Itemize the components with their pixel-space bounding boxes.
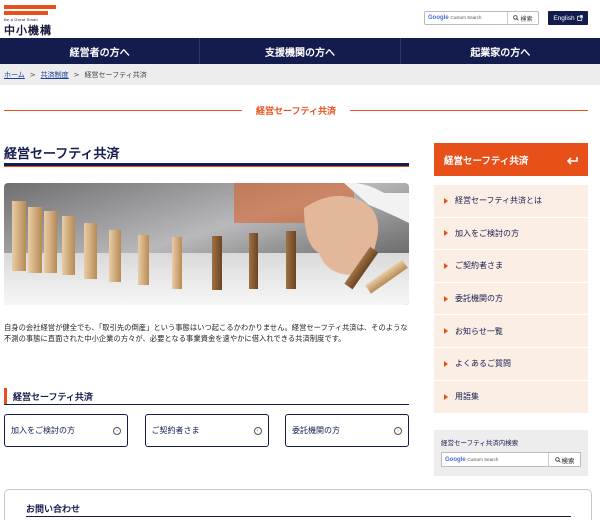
sidebar-header[interactable]: 経営セーフティ共済: [434, 143, 588, 176]
breadcrumb-current: 経営セーフティ共済: [84, 70, 147, 79]
chevron-right-circle-icon: ›: [253, 426, 262, 435]
arrow-right-icon: [444, 197, 448, 204]
logo-stripe: [4, 5, 56, 9]
site-logo[interactable]: Be a Great Small 中小機構: [4, 5, 56, 37]
arrow-right-icon: [444, 360, 448, 367]
breadcrumb-separator: >: [29, 70, 36, 79]
sidebar-search-input[interactable]: Google Custom Search: [442, 457, 548, 463]
english-label: English: [553, 14, 575, 22]
arrow-right-icon: [444, 393, 448, 400]
site-header: Be a Great Small 中小機構 Google Custom Sear…: [0, 0, 600, 38]
sidebar-item-label: 用語集: [455, 392, 479, 402]
sidebar-search-button[interactable]: 検索: [548, 453, 580, 466]
sidebar-item-glossary[interactable]: 用語集: [434, 381, 588, 414]
sidebar-item-label: 委託機関の方: [455, 294, 503, 304]
sub-section-underline: [4, 404, 409, 405]
sidebar-header-label: 経営セーフティ共済: [444, 155, 529, 167]
card-label: 加入をご検討の方: [11, 426, 75, 435]
nav-item-entrepreneurs[interactable]: 起業家の方へ: [399, 38, 600, 64]
sidebar-item-label: 加入をご検討の方: [455, 228, 519, 238]
search-icon: [554, 456, 561, 463]
sidebar-item-considering[interactable]: 加入をご検討の方: [434, 218, 588, 251]
card-considering-enrollment[interactable]: 加入をご検討の方 ›: [4, 414, 128, 447]
sidebar-search[interactable]: Google Custom Search 検索: [441, 452, 581, 467]
title-underline-accent: [4, 166, 409, 167]
card-label: 委託機関の方: [292, 426, 340, 435]
card-contract-holders[interactable]: ご契約者さま ›: [144, 414, 269, 447]
section-divider: [349, 109, 589, 111]
return-arrow-icon: [566, 156, 578, 165]
breadcrumb-home[interactable]: ホーム: [4, 70, 25, 80]
sidebar-item-label: ご契約者さま: [455, 261, 503, 271]
sidebar-item-news[interactable]: お知らせ一覧: [434, 315, 588, 348]
contact-underline: [26, 516, 571, 517]
search-button-label: 検索: [520, 15, 533, 23]
logo-stripe: [4, 11, 48, 15]
arrow-right-icon: [444, 230, 448, 237]
search-input[interactable]: Google Custom Search: [425, 15, 507, 21]
sidebar-search-label: 経営セーフティ共済内検索: [441, 439, 519, 447]
arrow-right-icon: [444, 328, 448, 335]
arrow-right-icon: [444, 295, 448, 302]
section-title: 経営セーフティ共済: [4, 103, 589, 117]
page-description: 自身の会社経営が健全でも、「取引先の倒産」という事態はいつ起こるかわかりません。…: [4, 323, 408, 343]
google-label: Google: [445, 456, 466, 463]
header-search[interactable]: Google Custom Search 検索: [424, 11, 539, 25]
sidebar-item-label: お知らせ一覧: [455, 326, 503, 336]
sub-section-title: 経営セーフティ共済: [4, 388, 409, 404]
contact-title: お問い合わせ: [26, 505, 81, 515]
chevron-right-circle-icon: ›: [394, 426, 402, 435]
breadcrumb-mutual-aid[interactable]: 共済制度: [41, 70, 69, 80]
search-placeholder: Custom Search: [467, 456, 499, 462]
contact-panel: お問い合わせ: [4, 489, 592, 520]
search-icon: [513, 15, 520, 21]
search-button[interactable]: 検索: [507, 12, 538, 24]
sidebar-search-panel: 経営セーフティ共済内検索 Google Custom Search 検索: [434, 430, 588, 476]
section-divider: [4, 109, 243, 111]
audience-cards: 加入をご検討の方 › ご契約者さま › 委託機関の方 ›: [4, 414, 409, 447]
breadcrumb-separator: >: [73, 70, 80, 79]
card-label: ご契約者さま: [151, 426, 200, 435]
sidebar-item-label: よくあるご質問: [455, 359, 511, 369]
page-title: 経営セーフティ共済: [4, 147, 120, 162]
chevron-right-circle-icon: ›: [113, 426, 121, 435]
breadcrumb: ホーム > 共済制度 > 経営セーフティ共済: [0, 64, 600, 85]
english-button[interactable]: English: [548, 11, 588, 25]
domino-illustration: [4, 183, 409, 305]
global-nav: 経営者の方へ 支援機関の方へ 起業家の方へ: [0, 38, 600, 64]
google-label: Google: [428, 15, 449, 21]
nav-item-support-orgs[interactable]: 支援機関の方へ: [199, 38, 399, 64]
logo-name: 中小機構: [4, 24, 52, 37]
hero-image-dominoes: [4, 183, 409, 305]
external-link-icon: [576, 15, 583, 21]
nav-item-managers[interactable]: 経営者の方へ: [0, 38, 199, 64]
sidebar-item-faq[interactable]: よくあるご質問: [434, 348, 588, 381]
search-button-label: 検索: [561, 456, 575, 465]
sidebar-menu: 経営セーフティ共済とは 加入をご検討の方 ご契約者さま 委託機関の方 お知らせ一…: [434, 185, 588, 414]
card-delegated-agencies[interactable]: 委託機関の方 ›: [285, 414, 409, 447]
sidebar-item-contract-holders[interactable]: ご契約者さま: [434, 250, 588, 283]
section-title-text: 経営セーフティ共済: [256, 106, 336, 117]
sidebar-item-about[interactable]: 経営セーフティ共済とは: [434, 185, 588, 218]
sidebar-item-delegated-agencies[interactable]: 委託機関の方: [434, 283, 588, 316]
search-placeholder: Custom Search: [450, 15, 482, 20]
sidebar-item-label: 経営セーフティ共済とは: [455, 196, 543, 206]
arrow-right-icon: [444, 262, 448, 269]
